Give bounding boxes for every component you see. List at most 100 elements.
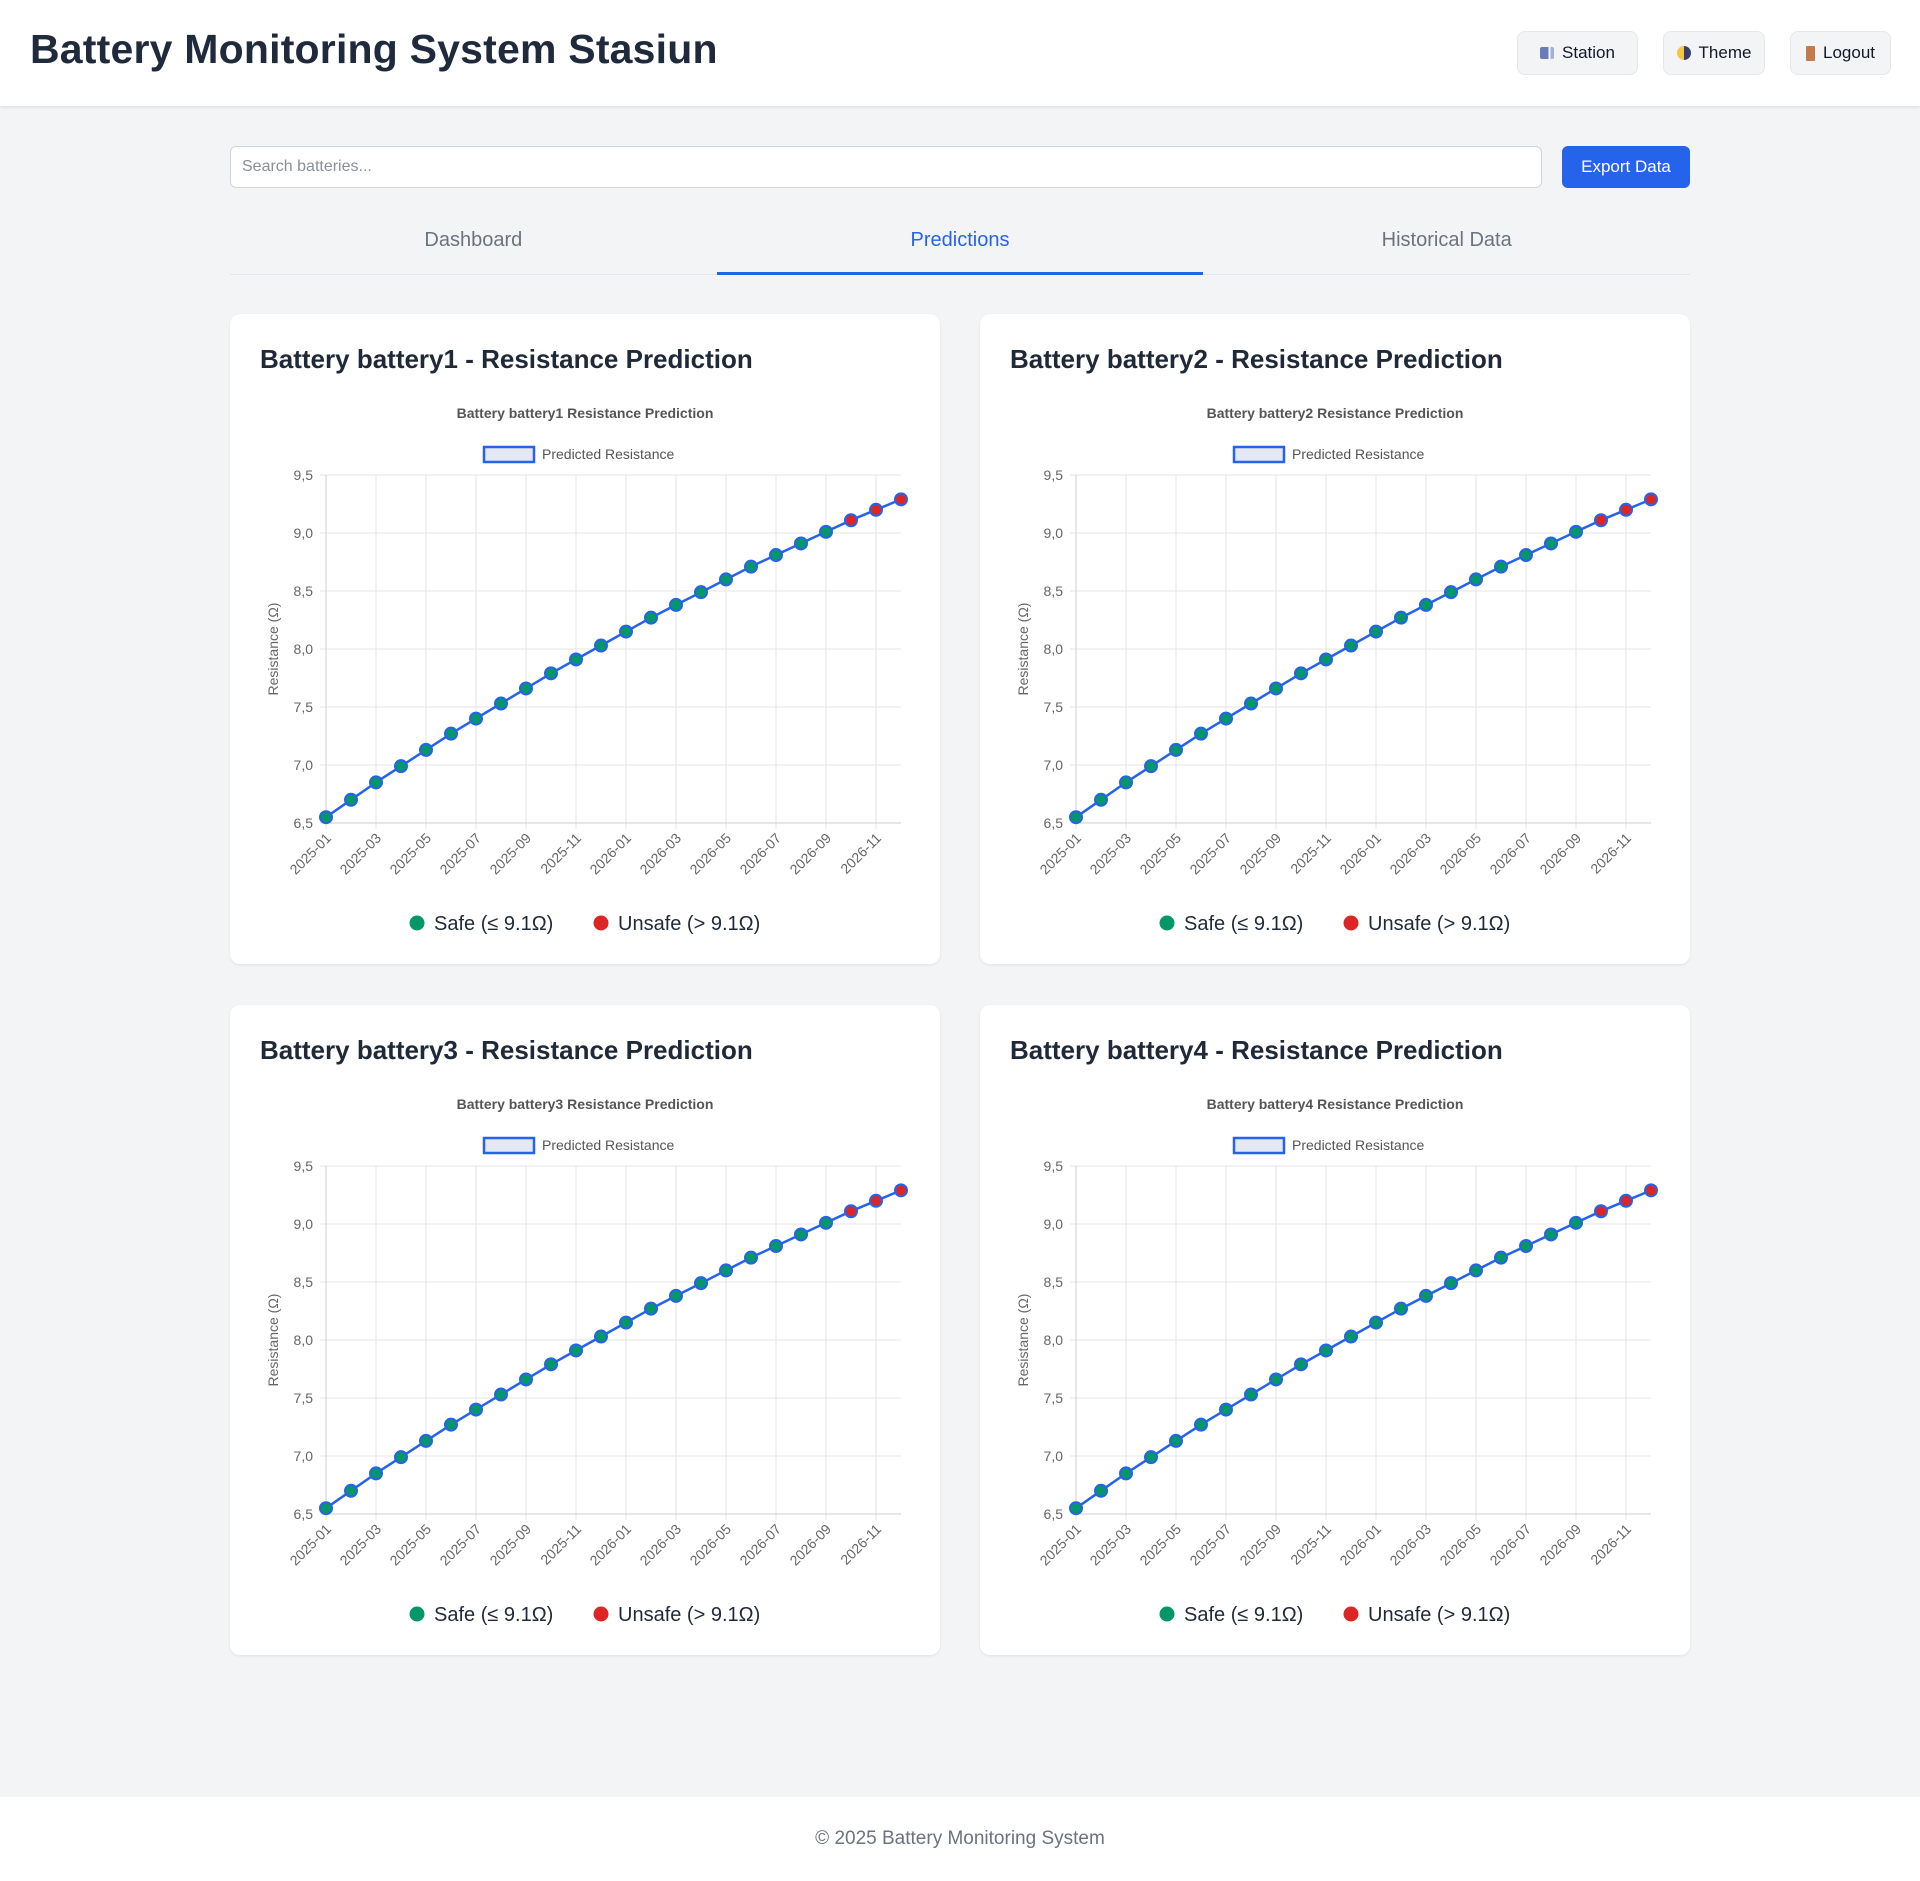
footer-copyright: © 2025 Battery Monitoring System [815, 1828, 1105, 1849]
chart-title: Battery battery2 Resistance Prediction [1207, 405, 1464, 421]
data-point [1269, 1372, 1283, 1387]
data-point [1169, 742, 1183, 757]
data-point [894, 1183, 908, 1198]
data-point [1644, 1183, 1658, 1198]
x-tick-label: 2026-05 [1436, 1521, 1484, 1569]
x-tick-label: 2026-11 [837, 1521, 884, 1568]
theme-button[interactable]: Theme [1663, 31, 1765, 75]
data-point [444, 1417, 458, 1432]
y-tick-label: 9,0 [1044, 525, 1064, 541]
tab-predictions[interactable]: Predictions [716, 218, 1204, 275]
data-point [1519, 548, 1533, 563]
page-footer: © 2025 Battery Monitoring System [0, 1797, 1920, 1881]
data-point [1544, 536, 1558, 551]
station-button[interactable]: Station [1517, 31, 1638, 75]
search-input[interactable] [230, 146, 1542, 188]
safe-indicator-icon [409, 915, 425, 931]
y-tick-label: 7,0 [294, 757, 314, 773]
data-point [769, 548, 783, 563]
resistance-chart: Battery battery3 Resistance Prediction Pr… [265, 1096, 908, 1626]
y-tick-label: 6,5 [1044, 1506, 1064, 1522]
data-point [1569, 524, 1583, 539]
data-point [1494, 559, 1508, 574]
data-point [819, 524, 833, 539]
data-point [1519, 1239, 1533, 1254]
data-point [319, 1501, 333, 1516]
data-point [1394, 610, 1408, 625]
safe-legend-label: Safe (≤ 9.1Ω) [434, 1604, 553, 1626]
data-point [719, 572, 733, 587]
door-icon [1806, 45, 1815, 61]
x-tick-label: 2026-07 [736, 1521, 784, 1569]
data-point [869, 502, 883, 517]
theme-button-label: Theme [1698, 43, 1752, 62]
tab-historical-data[interactable]: Historical Data [1203, 218, 1690, 274]
data-point [1319, 1343, 1333, 1358]
export-data-button[interactable]: Export Data [1562, 146, 1690, 188]
x-tick-label: 2026-09 [786, 830, 834, 878]
data-point [1419, 1288, 1433, 1303]
data-point [394, 1450, 408, 1465]
series-line [1075, 1189, 1652, 1510]
y-tick-label: 6,5 [1044, 815, 1064, 831]
y-tick-label: 8,5 [1044, 1274, 1064, 1290]
x-tick-label: 2025-05 [386, 1521, 434, 1569]
data-point [594, 1329, 608, 1344]
data-point [369, 1466, 383, 1481]
y-tick-label: 9,5 [294, 1158, 314, 1174]
data-point [1394, 1301, 1408, 1316]
data-point [694, 1276, 708, 1291]
legend-swatch [482, 445, 536, 464]
app-title: Battery Monitoring System Stasiun [30, 26, 718, 72]
y-tick-label: 7,0 [1044, 757, 1064, 773]
data-point [844, 513, 858, 528]
x-tick-label: 2026-11 [1587, 830, 1634, 877]
unsafe-indicator-icon [1343, 915, 1359, 931]
safe-indicator-icon [409, 1606, 425, 1622]
x-tick-label: 2025-09 [1236, 1521, 1284, 1569]
y-tick-label: 9,0 [294, 1216, 314, 1232]
data-point [344, 792, 358, 807]
x-tick-label: 2026-07 [736, 830, 784, 878]
data-point [1619, 1193, 1633, 1208]
x-tick-label: 2025-09 [486, 1521, 534, 1569]
logout-button[interactable]: Logout [1790, 31, 1891, 75]
data-point [1419, 597, 1433, 612]
data-point [1144, 1450, 1158, 1465]
unsafe-indicator-icon [593, 1606, 609, 1622]
y-axis-label: Resistance (Ω) [265, 1294, 281, 1387]
legend-label: Predicted Resistance [542, 1137, 675, 1153]
data-point [1294, 1357, 1308, 1372]
data-point [1444, 585, 1458, 600]
data-point [519, 1372, 533, 1387]
tab-dashboard[interactable]: Dashboard [230, 218, 717, 274]
x-tick-label: 2026-03 [636, 1521, 684, 1569]
x-tick-label: 2025-07 [436, 830, 484, 878]
data-point [1244, 1387, 1258, 1402]
legend-swatch [1232, 1136, 1286, 1155]
x-tick-label: 2026-05 [686, 830, 734, 878]
y-tick-label: 7,0 [294, 1448, 314, 1464]
x-tick-label: 2025-01 [1036, 1521, 1084, 1569]
x-tick-label: 2025-11 [1287, 830, 1334, 877]
series-line [325, 498, 902, 819]
safe-indicator-icon [1159, 915, 1175, 931]
x-tick-label: 2025-07 [1186, 1521, 1234, 1569]
x-tick-label: 2025-01 [286, 830, 334, 878]
y-axis-label: Resistance (Ω) [1015, 1294, 1031, 1387]
data-point [1594, 1204, 1608, 1219]
prediction-card-battery4: Battery battery4 - Resistance Prediction… [980, 1005, 1690, 1655]
y-axis-label: Resistance (Ω) [265, 603, 281, 696]
x-tick-label: 2025-07 [436, 1521, 484, 1569]
data-point [1119, 1466, 1133, 1481]
data-point [544, 666, 558, 681]
data-point [1219, 1402, 1233, 1417]
resistance-chart: Battery battery1 Resistance Prediction Pr… [265, 405, 908, 935]
tab-bar: Dashboard Predictions Historical Data [230, 218, 1690, 275]
data-point [1144, 759, 1158, 774]
data-point [1219, 711, 1233, 726]
unsafe-legend-label: Unsafe (> 9.1Ω) [618, 1604, 760, 1626]
data-point [794, 536, 808, 551]
data-point [369, 775, 383, 790]
y-tick-label: 9,0 [294, 525, 314, 541]
